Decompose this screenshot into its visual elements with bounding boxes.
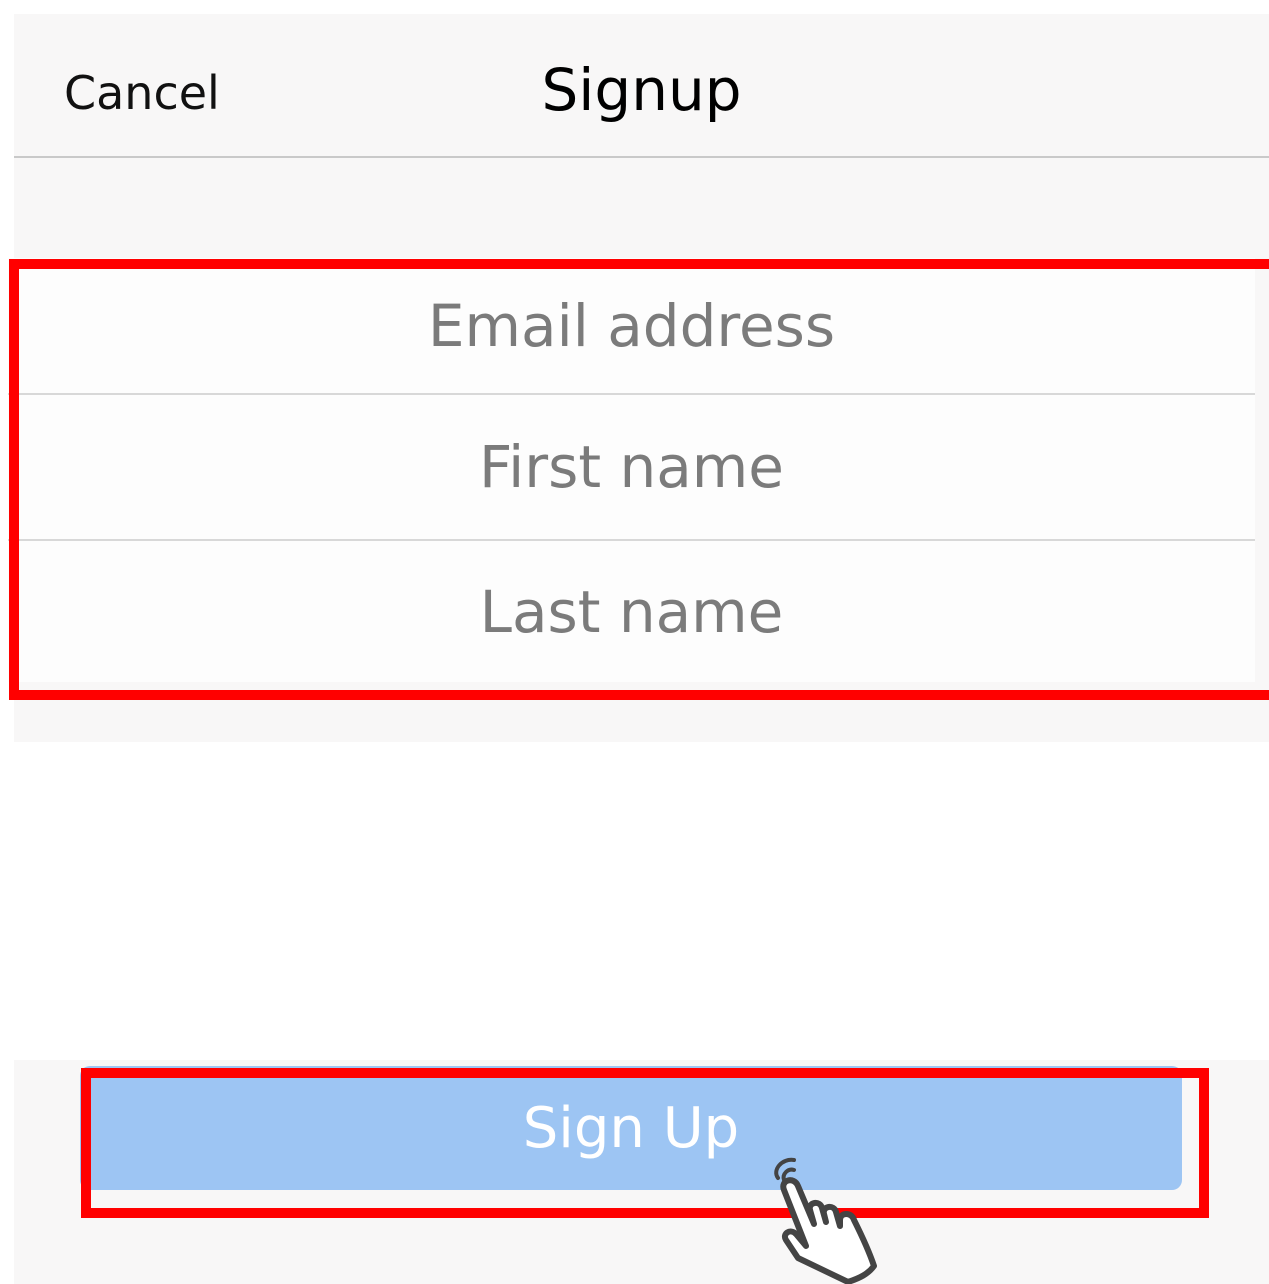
- email-field[interactable]: Email address: [8, 258, 1255, 395]
- navigation-bar: Cancel Signup: [14, 14, 1269, 158]
- tap-hand-icon: [774, 1157, 877, 1284]
- last-name-field[interactable]: Last name: [8, 541, 1255, 682]
- first-name-field[interactable]: First name: [8, 395, 1255, 541]
- signup-form: Email address First name Last name: [8, 258, 1255, 682]
- content-area: [14, 742, 1269, 1060]
- sign-up-button[interactable]: Sign Up: [80, 1066, 1182, 1190]
- page-title: Signup: [541, 56, 742, 124]
